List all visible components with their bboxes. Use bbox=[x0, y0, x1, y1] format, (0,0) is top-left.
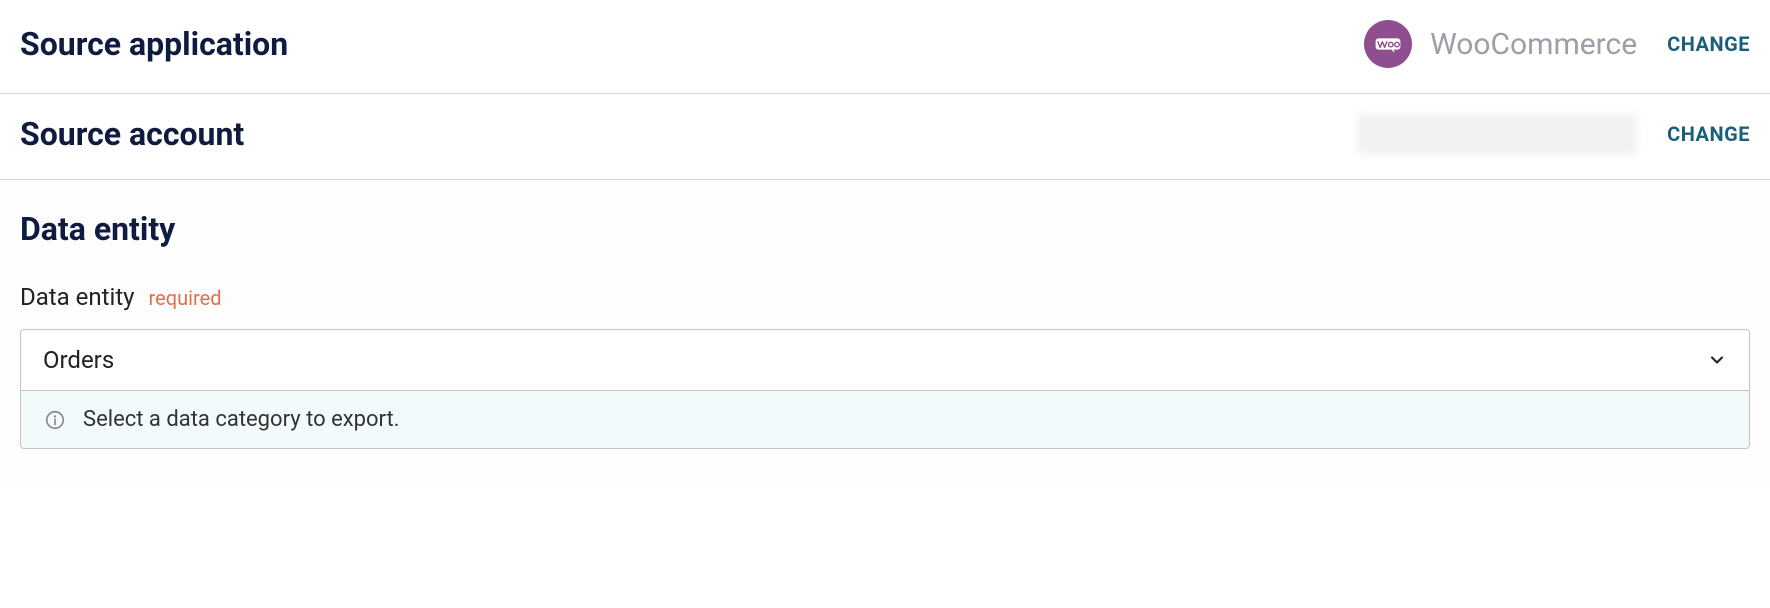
required-tag: required bbox=[149, 286, 222, 310]
change-source-app-button[interactable]: CHANGE bbox=[1667, 32, 1750, 56]
woo-logo-svg bbox=[1370, 26, 1406, 62]
data-entity-select[interactable]: Orders bbox=[20, 329, 1750, 391]
woo-icon bbox=[1364, 20, 1412, 68]
source-application-section: Source application WooCommerce CHANGE bbox=[0, 0, 1770, 94]
data-entity-selected-value: Orders bbox=[43, 346, 114, 374]
data-entity-info-bar: Select a data category to export. bbox=[20, 391, 1750, 449]
data-entity-info-text: Select a data category to export. bbox=[83, 407, 400, 432]
app-label: WooCommerce bbox=[1364, 20, 1637, 68]
data-entity-field-label: Data entity bbox=[20, 283, 135, 311]
app-name: WooCommerce bbox=[1430, 27, 1637, 62]
info-icon bbox=[43, 408, 67, 432]
source-account-right: CHANGE bbox=[1357, 114, 1750, 154]
source-account-title: Source account bbox=[20, 115, 244, 153]
change-source-account-button[interactable]: CHANGE bbox=[1667, 122, 1750, 146]
source-application-title: Source application bbox=[20, 25, 288, 63]
data-entity-section: Data entity Data entity required Orders … bbox=[0, 180, 1770, 489]
source-account-value-redacted bbox=[1357, 114, 1637, 154]
source-account-section: Source account CHANGE bbox=[0, 94, 1770, 180]
chevron-down-icon bbox=[1707, 350, 1727, 370]
data-entity-label-row: Data entity required bbox=[20, 283, 1750, 311]
source-application-right: WooCommerce CHANGE bbox=[1364, 20, 1750, 68]
data-entity-heading: Data entity bbox=[20, 210, 1750, 248]
source-account-row: Source account CHANGE bbox=[20, 114, 1750, 154]
source-application-row: Source application WooCommerce CHANGE bbox=[20, 20, 1750, 68]
